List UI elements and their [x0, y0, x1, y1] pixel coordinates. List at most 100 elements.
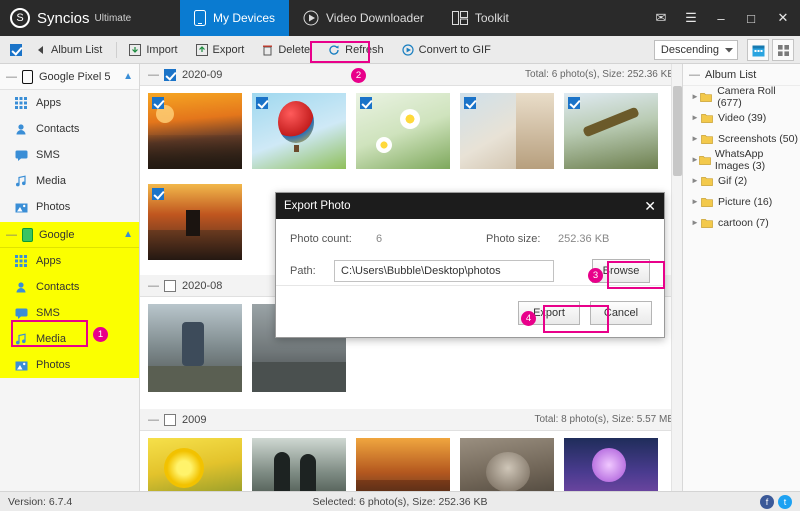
sidebar-item-sms-1[interactable]: SMS [0, 142, 139, 168]
photo-checkbox[interactable] [256, 97, 268, 109]
app-logo-area: S Syncios Ultimate [0, 8, 180, 28]
twitter-icon[interactable]: t [778, 494, 792, 509]
app-edition: Ultimate [94, 12, 132, 24]
import-button[interactable]: Import [121, 39, 185, 61]
minimize-button[interactable]: – [706, 0, 736, 36]
photo-size-label: Photo size: [486, 233, 541, 245]
path-input[interactable]: C:\Users\Bubble\Desktop\photos [334, 260, 554, 282]
sidebar-item-apps-2[interactable]: Apps [0, 248, 139, 274]
export-button[interactable]: Export [188, 39, 253, 61]
album-list-button[interactable]: Album List [28, 39, 110, 61]
scrollbar-thumb[interactable] [673, 86, 682, 176]
photo-count-value: 6 [376, 233, 383, 245]
sidebar-item-media-1[interactable]: Media [0, 168, 139, 194]
photo-thumbnail[interactable] [252, 93, 346, 169]
group-summary-1: Total: 6 photo(s), Size: 252.36 KB [525, 69, 674, 80]
tab-toolkit[interactable]: Toolkit [438, 0, 523, 36]
sidebar-item-contacts-1[interactable]: Contacts [0, 116, 139, 142]
title-bar: S Syncios Ultimate My Devices Video Down… [0, 0, 800, 36]
collapse-icon-2[interactable]: — [6, 229, 17, 241]
sidebar: — Google Pixel 5 ▲ Apps Contacts SMS Med… [0, 64, 140, 491]
photo-thumbnail[interactable] [148, 184, 242, 260]
thumb-row-1 [140, 86, 682, 184]
apps-icon-2 [14, 255, 28, 267]
sidebar-item-photos-2[interactable]: Photos [0, 352, 139, 378]
dialog-close-button[interactable]: ✕ [644, 198, 656, 215]
sidebar-item-apps-1-label: Apps [36, 97, 62, 109]
menu-icon[interactable]: ☰ [676, 0, 706, 36]
album-item-whatsapp-images[interactable]: ► WhatsApp Images (3) [683, 148, 800, 172]
message-icon[interactable]: ✉ [646, 0, 676, 36]
cancel-button[interactable]: Cancel [590, 301, 652, 325]
tab-my-devices[interactable]: My Devices [180, 0, 290, 36]
sidebar-item-photos-1-label: Photos [36, 201, 71, 213]
tab-video-downloader[interactable]: Video Downloader [289, 0, 438, 36]
album-item-video[interactable]: ► Video (39) [683, 107, 800, 128]
refresh-button[interactable]: Refresh [320, 39, 392, 61]
close-button[interactable]: ✕ [766, 0, 800, 36]
sidebar-item-sms-2-label: SMS [36, 307, 60, 319]
photo-thumbnail[interactable] [252, 438, 346, 491]
album-item-gif[interactable]: ► Gif (2) [683, 170, 800, 191]
convert-to-gif-button[interactable]: Convert to GIF [394, 39, 499, 61]
photo-checkbox[interactable] [152, 97, 164, 109]
facebook-icon[interactable]: f [760, 494, 774, 509]
calendar-view-button[interactable] [747, 39, 769, 61]
sidebar-item-contacts-2[interactable]: Contacts [0, 274, 139, 300]
dialog-footer: Export Cancel [518, 301, 652, 325]
folder-icon [700, 134, 714, 144]
photo-checkbox[interactable] [152, 188, 164, 200]
photo-checkbox[interactable] [464, 97, 476, 109]
grid-icon [451, 11, 468, 25]
folder-icon [700, 176, 714, 186]
sidebar-item-apps-1[interactable]: Apps [0, 90, 139, 116]
photo-thumbnail[interactable] [148, 438, 242, 491]
photo-checkbox[interactable] [568, 97, 580, 109]
photo-thumbnail[interactable] [148, 304, 242, 392]
eject-icon-2[interactable]: ▲ [123, 229, 133, 240]
album-item-cartoon[interactable]: ► cartoon (7) [683, 212, 800, 233]
sidebar-item-sms-2[interactable]: SMS [0, 300, 139, 326]
group-title-3: 2009 [182, 413, 207, 426]
group-checkbox-2[interactable] [164, 279, 176, 292]
collapse-icon[interactable]: — [6, 71, 17, 83]
album-collapse-icon[interactable]: — [689, 69, 700, 81]
media-icon [14, 175, 28, 187]
device-header-google[interactable]: — Google ▲ [0, 222, 139, 248]
photo-thumbnail[interactable] [356, 93, 450, 169]
select-all-checkbox[interactable] [10, 43, 22, 56]
tab-video-downloader-label: Video Downloader [326, 11, 424, 25]
maximize-button[interactable]: □ [736, 0, 766, 36]
chevron-right-icon: ► [691, 155, 699, 164]
app-title: Syncios [37, 9, 90, 27]
grid-view-button[interactable] [772, 39, 794, 61]
album-item-screenshots[interactable]: ► Screenshots (50) [683, 128, 800, 149]
photo-size-value: 252.36 KB [558, 233, 610, 245]
device-header-pixel[interactable]: — Google Pixel 5 ▲ [0, 64, 139, 90]
dialog-divider [276, 285, 664, 286]
social-links: f t [760, 494, 792, 509]
photo-thumbnail[interactable] [460, 438, 554, 491]
album-item-picture[interactable]: ► Picture (16) [683, 191, 800, 212]
sidebar-item-photos-1[interactable]: Photos [0, 194, 139, 220]
photo-thumbnail[interactable] [460, 93, 554, 169]
album-item-camera-roll[interactable]: ► Camera Roll (677) [683, 85, 800, 109]
eject-icon[interactable]: ▲ [123, 71, 133, 82]
photo-thumbnail[interactable] [148, 93, 242, 169]
sort-order-select[interactable]: Descending [653, 40, 738, 60]
chevron-right-icon: ► [691, 92, 699, 101]
group-collapse-icon-1[interactable]: — [148, 69, 159, 81]
delete-button[interactable]: Delete [254, 39, 318, 61]
sidebar-item-media-2[interactable]: Media [0, 326, 139, 352]
group-checkbox-1[interactable] [164, 68, 176, 81]
photo-checkbox[interactable] [360, 97, 372, 109]
selection-summary: Selected: 6 photo(s), Size: 252.36 KB [312, 495, 488, 508]
photo-thumbnail[interactable] [356, 438, 450, 491]
main-scrollbar[interactable] [671, 64, 682, 491]
group-checkbox-3[interactable] [164, 413, 176, 426]
photo-thumbnail[interactable] [564, 93, 658, 169]
group-collapse-icon-3[interactable]: — [148, 414, 159, 426]
photo-thumbnail[interactable] [564, 438, 658, 491]
phone-icon [194, 10, 206, 26]
group-collapse-icon-2[interactable]: — [148, 280, 159, 292]
